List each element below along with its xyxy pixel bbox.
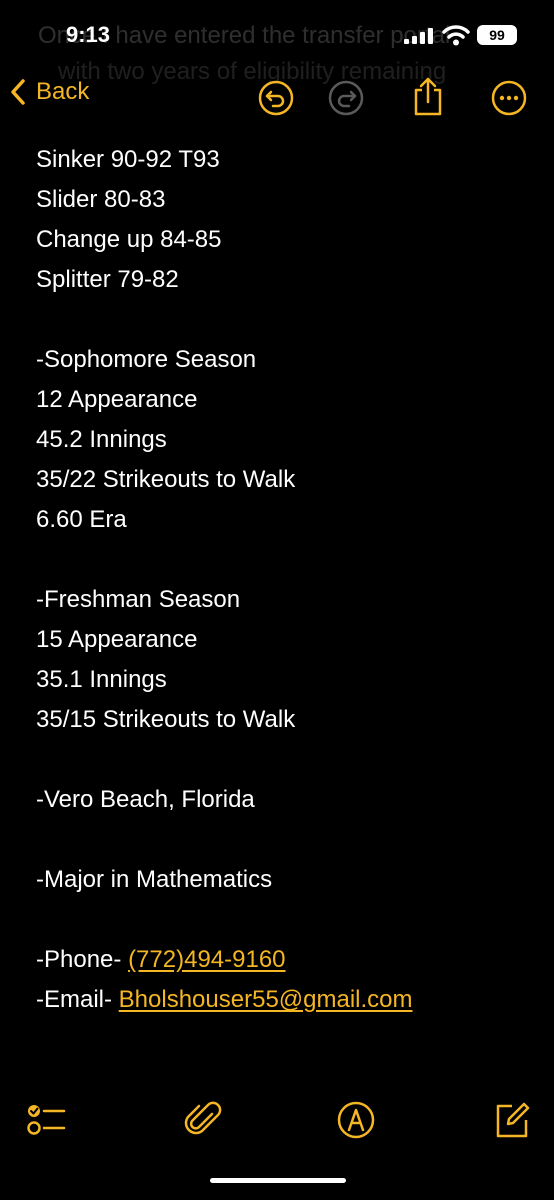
attachment-icon[interactable] <box>184 1100 224 1140</box>
phone-link[interactable]: (772)494-9160 <box>128 946 285 973</box>
chevron-left-icon <box>11 79 25 105</box>
wifi-icon <box>442 25 470 46</box>
note-line: 35/22 Strikeouts to Walk <box>36 466 296 493</box>
undo-icon[interactable] <box>258 80 294 116</box>
note-line <box>36 300 536 340</box>
note-line: Change up 84-85 <box>36 226 222 253</box>
email-line: -Email- Bholshouser55@gmail.com <box>36 980 536 1020</box>
status-bar: Once I have entered the transfer portal … <box>0 0 554 85</box>
note-line: 45.2 Innings <box>36 426 167 453</box>
phone-label: -Phone- <box>36 946 129 973</box>
share-icon[interactable] <box>410 76 446 116</box>
note-line <box>36 740 536 780</box>
note-line: -Major in Mathematics <box>36 866 273 893</box>
cellular-signal-icon <box>404 28 433 44</box>
note-body[interactable]: Sinker 90-92 T93 Slider 80-83 Change up … <box>36 140 536 1020</box>
note-line: Sinker 90-92 T93 <box>36 146 220 173</box>
note-line <box>36 540 536 580</box>
bottom-toolbar <box>0 1090 554 1150</box>
phone-line: -Phone- (772)494-9160 <box>36 940 536 980</box>
email-label: -Email- <box>36 986 119 1013</box>
compose-icon[interactable] <box>492 1100 532 1140</box>
email-link[interactable]: Bholshouser55@gmail.com <box>119 986 413 1013</box>
note-line: 35.1 Innings <box>36 666 167 693</box>
markup-icon[interactable] <box>336 1100 376 1140</box>
note-line: 12 Appearance <box>36 386 198 413</box>
note-line: 15 Appearance <box>36 626 198 653</box>
note-line: -Vero Beach, Florida <box>36 786 255 813</box>
back-label: Back <box>36 78 90 105</box>
back-button[interactable]: Back <box>10 78 89 106</box>
checklist-icon[interactable] <box>26 1100 66 1140</box>
notes-toolbar: Back <box>0 70 554 130</box>
note-line: -Freshman Season <box>36 586 241 613</box>
note-line <box>36 820 536 860</box>
redo-icon[interactable] <box>328 80 364 116</box>
note-line <box>36 900 536 940</box>
status-time: 9:13 <box>66 22 111 47</box>
note-line: Splitter 79-82 <box>36 266 179 293</box>
note-line: Slider 80-83 <box>36 186 166 213</box>
more-icon[interactable] <box>491 80 527 116</box>
home-indicator[interactable] <box>210 1178 346 1183</box>
note-line: -Sophomore Season <box>36 346 257 373</box>
battery-indicator: 99 <box>477 25 517 45</box>
note-line: 6.60 Era <box>36 506 127 533</box>
note-line: 35/15 Strikeouts to Walk <box>36 706 296 733</box>
